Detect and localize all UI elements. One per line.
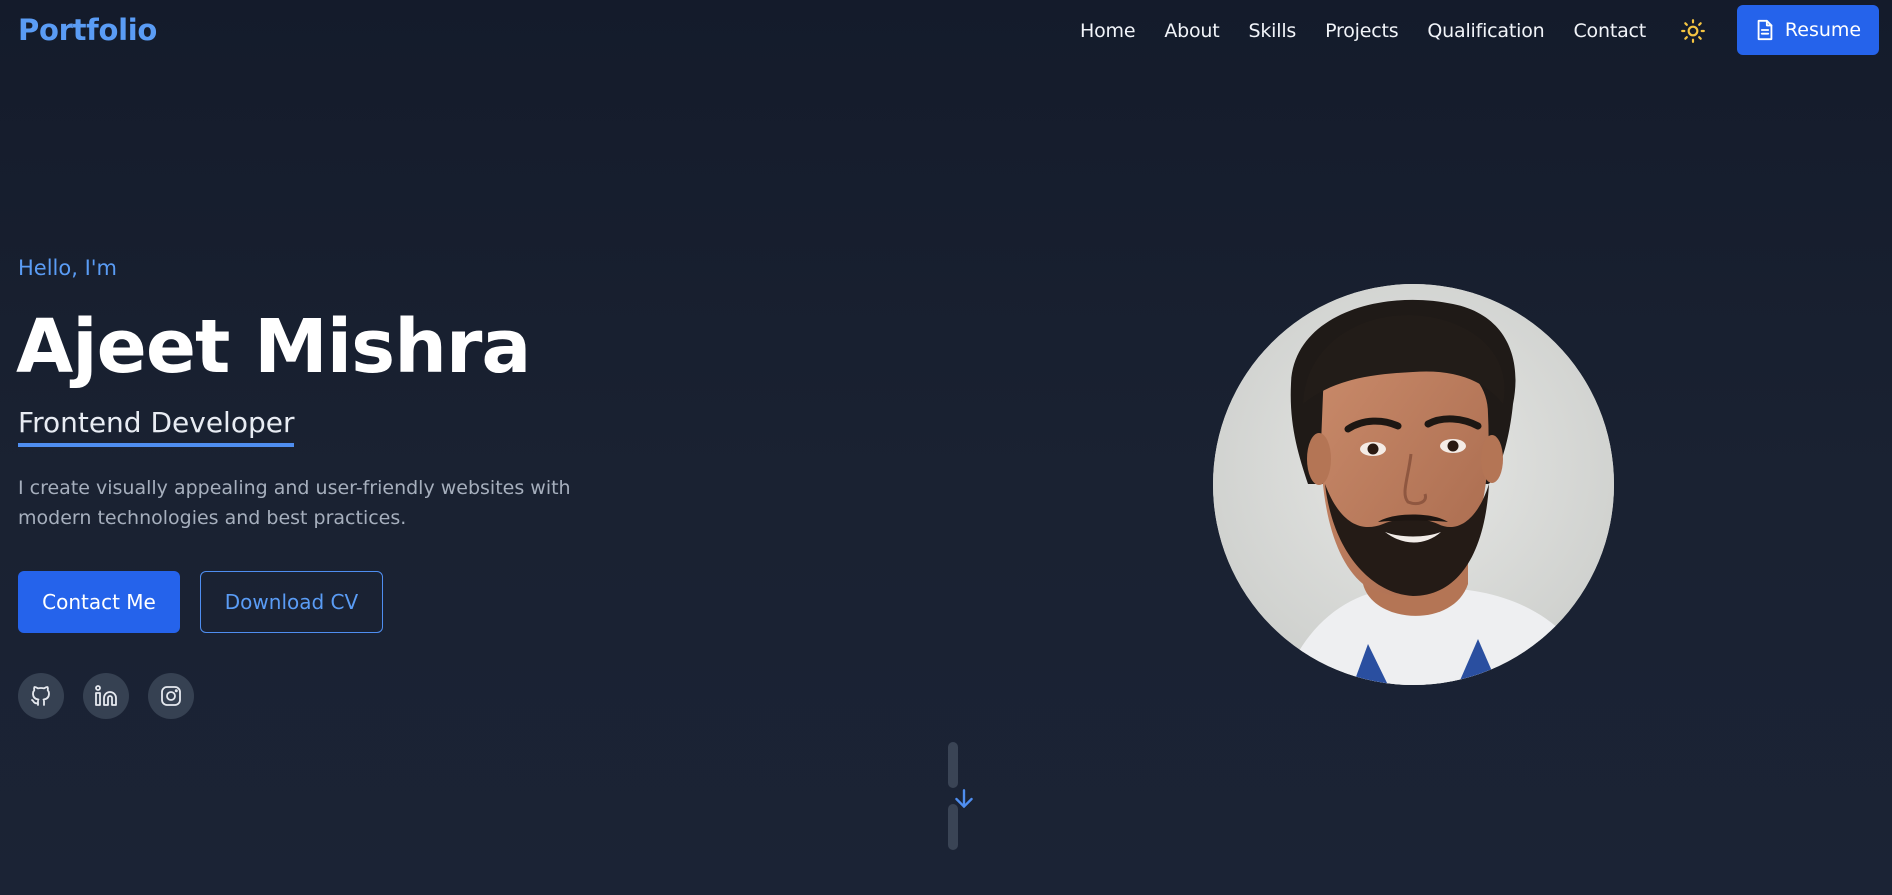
nav-projects[interactable]: Projects: [1325, 19, 1399, 43]
logo[interactable]: Portfolio: [18, 13, 157, 47]
resume-label: Resume: [1784, 19, 1862, 41]
nav-qualification[interactable]: Qualification: [1427, 19, 1544, 43]
nav-skills[interactable]: Skills: [1249, 19, 1297, 43]
greeting: Hello, I'm: [18, 256, 118, 280]
linkedin-link[interactable]: [83, 673, 129, 719]
nav-home[interactable]: Home: [1080, 19, 1136, 43]
hero-name: Ajeet Mishra: [16, 304, 531, 390]
hero-role: Frontend Developer: [18, 405, 295, 447]
github-icon: [31, 686, 50, 706]
hero-description: I create visually appealing and user-fri…: [18, 477, 571, 529]
instagram-link[interactable]: [148, 673, 194, 719]
nav-about[interactable]: About: [1164, 19, 1219, 43]
main-nav: Home About Skills Projects Qualification…: [1080, 19, 1675, 43]
instagram-icon: [161, 686, 181, 706]
document-icon: [1757, 19, 1773, 41]
github-link[interactable]: [18, 673, 64, 719]
resume-button[interactable]: Resume: [1737, 5, 1879, 55]
linkedin-icon: [95, 685, 117, 706]
nav-contact[interactable]: Contact: [1573, 19, 1646, 43]
profile-photo: [1213, 284, 1614, 685]
site-header: Portfolio Home About Skills Projects Qua…: [0, 0, 1892, 62]
download-cv-button[interactable]: Download CV: [200, 571, 383, 633]
arrow-down-icon: [955, 789, 973, 808]
theme-toggle-button[interactable]: [1679, 17, 1707, 45]
contact-me-button[interactable]: Contact Me: [18, 571, 180, 633]
sun-icon: [1681, 19, 1705, 43]
